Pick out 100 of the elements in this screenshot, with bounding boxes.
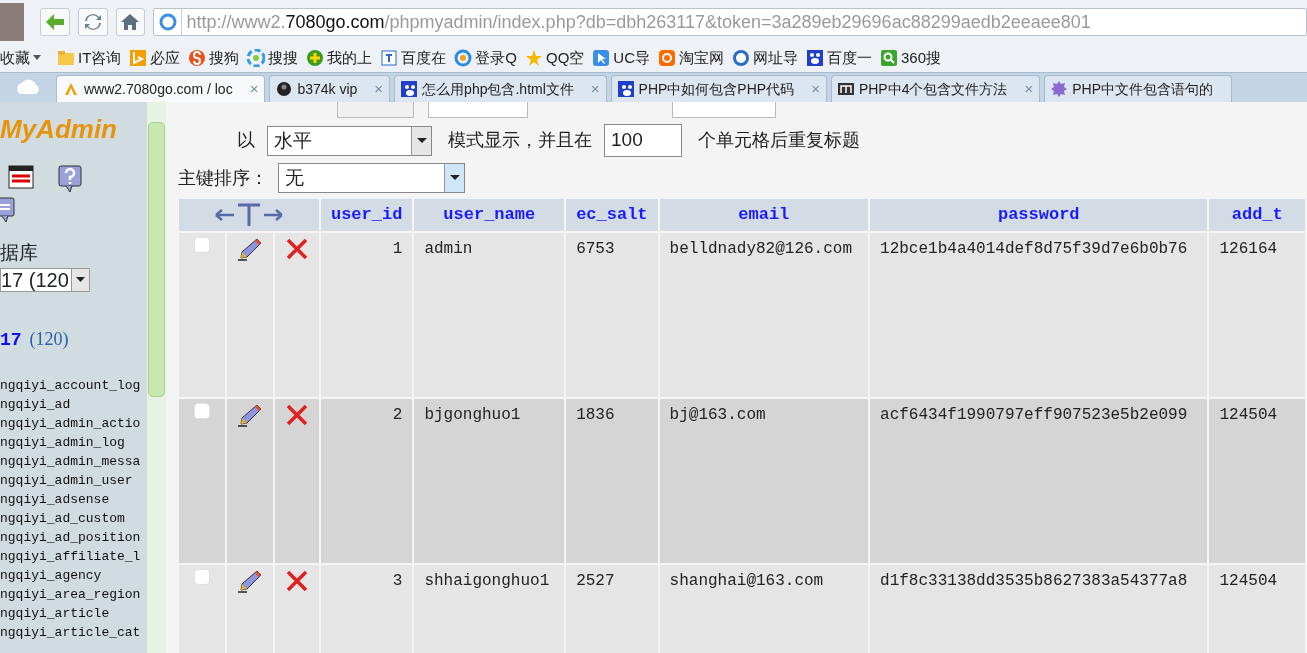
scrollbar-thumb[interactable]: [148, 122, 165, 397]
column-arrows-icon: [214, 202, 284, 228]
database-label: 据库: [0, 241, 39, 265]
caret-icon: [33, 55, 41, 61]
refresh-icon: [82, 12, 103, 32]
table-link[interactable]: ngqiyi_agency: [0, 565, 147, 585]
table-cell: 2527: [566, 565, 658, 653]
bookmark-link[interactable]: IT咨询: [57, 46, 122, 70]
row-checkbox[interactable]: [193, 237, 210, 253]
query-bubble-icon: [0, 197, 16, 223]
bookmark-link[interactable]: 登录Q: [454, 46, 517, 70]
bookmark-link[interactable]: 必应: [129, 46, 181, 70]
database-select[interactable]: 17 (120: [0, 267, 90, 292]
table-count: (120): [29, 327, 69, 351]
table-link[interactable]: ngqiyi_admin_user: [0, 470, 147, 490]
delete-icon[interactable]: [285, 237, 308, 260]
back-button[interactable]: [39, 8, 70, 36]
column-header[interactable]: password: [870, 199, 1208, 231]
table-link[interactable]: ngqiyi_ad_position: [0, 527, 147, 547]
bookmark-link[interactable]: 我的上: [306, 46, 373, 70]
column-header[interactable]: add_t: [1209, 199, 1305, 231]
back-arrow-icon: [44, 13, 65, 31]
table-link[interactable]: ngqiyi_ad: [0, 394, 147, 414]
folder-icon: [57, 49, 75, 67]
table-link[interactable]: ngqiyi_admin_log: [0, 432, 147, 452]
table-link[interactable]: ngqiyi_article: [0, 603, 147, 623]
repeat-input-field[interactable]: 100: [604, 124, 682, 157]
table-cell: 126164: [1209, 233, 1305, 397]
table-cell: bj@163.com: [659, 399, 869, 563]
gear-badge-icon: [1051, 81, 1068, 97]
browser-tab[interactable]: PHP中4个包含文件方法 ×: [830, 75, 1041, 102]
column-header[interactable]: user_name: [414, 199, 565, 231]
translate-icon: [380, 49, 399, 67]
partial-input-field[interactable]: [672, 102, 776, 118]
circle-logo-icon: [658, 49, 677, 67]
star-icon: [525, 49, 543, 67]
table-cell: 1836: [566, 399, 658, 563]
table-link[interactable]: ngqiyi_area_region: [0, 584, 147, 604]
bookmark-link[interactable]: 百度在: [380, 46, 447, 70]
bookmark-link[interactable]: 百度一: [806, 46, 873, 70]
help-bubble-icon: [58, 165, 82, 193]
column-header[interactable]: email: [659, 199, 869, 231]
table-link[interactable]: ngqiyi_ad_custom: [0, 508, 147, 528]
partial-button[interactable]: [337, 102, 414, 118]
s-circle-icon: [732, 49, 751, 67]
bookmark-link[interactable]: 网址导: [732, 46, 799, 70]
table-cell: 1: [320, 233, 413, 397]
browser-tab[interactable]: PHP中如何包含PHP代码 ×: [610, 75, 827, 102]
column-header[interactable]: user_id: [320, 199, 413, 231]
pencil-icon[interactable]: [236, 237, 263, 261]
column-header[interactable]: ec_salt: [566, 199, 658, 231]
row-checkbox[interactable]: [193, 569, 210, 585]
delete-icon[interactable]: [285, 569, 308, 592]
table-cell: 3: [320, 565, 413, 653]
table-cell: admin: [414, 233, 565, 397]
table-link[interactable]: ngqiyi_article_cat: [0, 622, 147, 642]
bookmark-link[interactable]: UC导: [592, 46, 651, 70]
bookmark-link[interactable]: 搜搜: [247, 46, 299, 70]
pencil-icon[interactable]: [236, 403, 263, 427]
table-cell: d1f8c33138dd3535b8627383a54377a8: [870, 565, 1208, 653]
option-label: 以: [237, 129, 255, 152]
dark-circle-icon: [276, 81, 293, 97]
table-link[interactable]: ngqiyi_account_log: [0, 375, 147, 395]
table-link[interactable]: ngqiyi_affiliate_l: [0, 546, 147, 566]
partial-input-field[interactable]: [428, 102, 528, 118]
delete-icon[interactable]: [285, 403, 308, 426]
triangle-logo-icon: [63, 81, 79, 97]
paw-icon: [401, 81, 418, 97]
pencil-icon[interactable]: [236, 569, 263, 593]
address-field[interactable]: http://www2.7080go.com/phpmyadmin/index.php?db=dbh263117&token=3a289eb29696ac88299aedb2eeaee801: [153, 8, 1307, 36]
bookmarks-menu[interactable]: 收藏: [0, 46, 30, 70]
table-cell: 124504: [1209, 399, 1305, 563]
bookmark-link[interactable]: 360搜: [880, 46, 942, 70]
browser-tab[interactable]: www2.7080go.com / loc ×: [56, 75, 266, 102]
refresh-button[interactable]: [77, 8, 108, 36]
home-button[interactable]: [115, 8, 146, 36]
bookmark-link[interactable]: 淘宝网: [658, 46, 725, 70]
database-link[interactable]: 17: [0, 326, 22, 354]
browser-tab[interactable]: b374k vip ×: [269, 75, 391, 102]
ring-icon: [454, 49, 473, 67]
sort-select[interactable]: 无: [278, 163, 465, 193]
table-link[interactable]: ngqiyi_admin_actio: [0, 413, 147, 433]
table-link[interactable]: ngqiyi_adsense: [0, 489, 147, 509]
browser-tab[interactable]: PHP中文件包含语句的: [1044, 75, 1233, 102]
bookmark-link[interactable]: QQ空: [525, 46, 585, 70]
table-link[interactable]: ngqiyi_admin_messa: [0, 451, 147, 471]
paw-icon: [617, 81, 634, 97]
table-cell: acf6434f1990797eff907523e5b2e099: [870, 399, 1208, 563]
mode-select[interactable]: 水平: [267, 125, 432, 156]
option-label: 模式显示，并且在: [448, 129, 592, 152]
close-icon[interactable]: ×: [249, 77, 259, 101]
bookmark-link[interactable]: 搜狗: [188, 46, 240, 70]
search-icon: [880, 49, 899, 67]
table-cell: shanghai@163.com: [659, 565, 869, 653]
option-label: 个单元格后重复标题: [698, 129, 860, 152]
table-cell: 124504: [1209, 565, 1305, 653]
plus-icon: [306, 49, 325, 67]
browser-tab[interactable]: 怎么用php包含.html文件 ×: [394, 75, 607, 102]
row-checkbox[interactable]: [193, 403, 210, 419]
dropdown-arrow-icon: [449, 175, 460, 181]
